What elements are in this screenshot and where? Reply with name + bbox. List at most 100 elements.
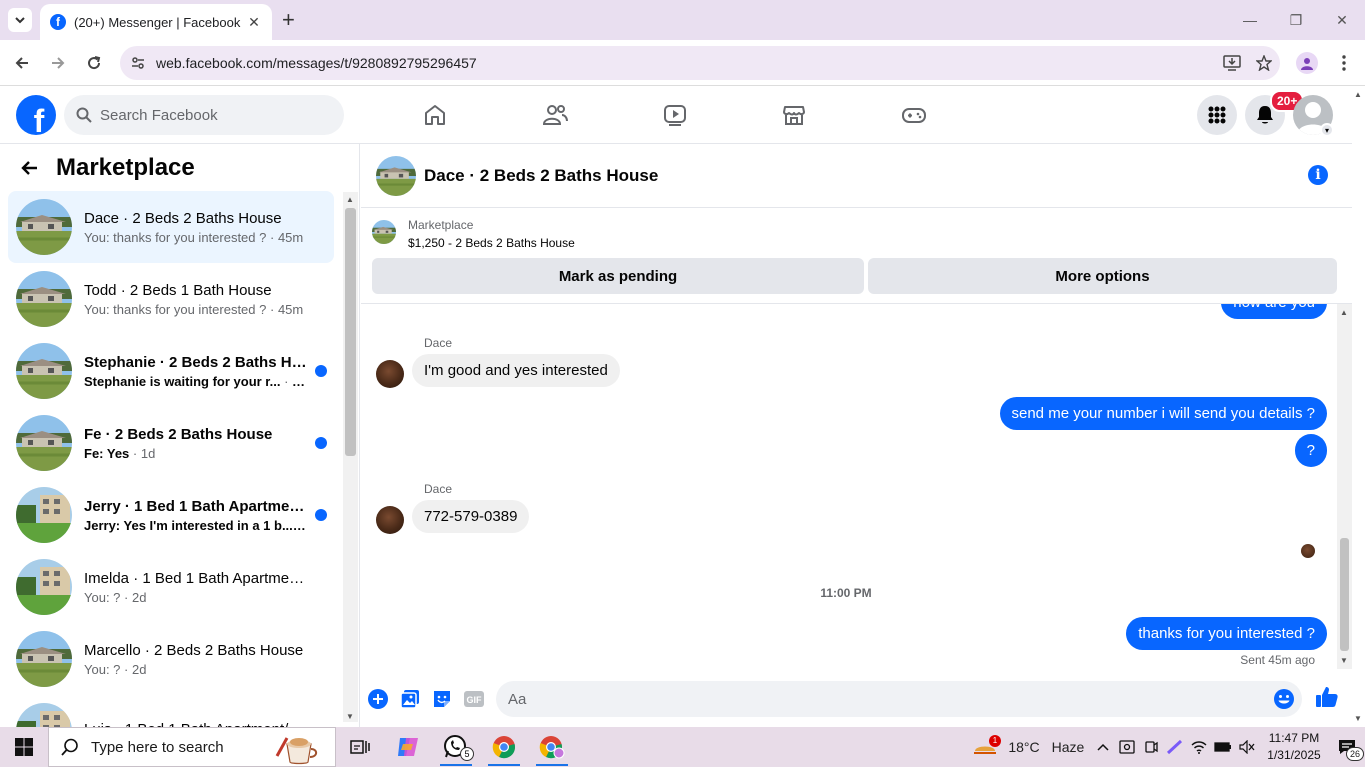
outgoing-message[interactable]: how are you [1221,304,1327,319]
listing-thumbnail[interactable] [372,220,396,244]
install-app-icon[interactable] [1216,55,1248,71]
restore-button[interactable]: ❐ [1273,0,1319,40]
snippet-time: 45m [277,301,304,317]
clock-time: 11:47 PM [1268,731,1320,745]
site-settings-icon[interactable] [120,55,156,71]
tab-close-icon[interactable]: ✕ [246,14,262,31]
conversation-item[interactable]: Stephanie · 2 Beds 2 Baths Ho... Stephani… [8,335,334,407]
browser-tab-messenger[interactable]: f (20+) Messenger | Facebook ✕ [40,4,272,40]
account-chevron-icon[interactable]: ▾ [1320,123,1334,137]
whatsapp-app[interactable]: 5 [432,727,480,767]
scroll-down-icon[interactable]: ▼ [346,712,354,721]
conversation-item[interactable]: Luis · 1 Bed 1 Bath Apartment/c... [8,695,334,727]
copilot-app[interactable] [384,727,432,767]
outgoing-message[interactable]: ? [1294,434,1327,467]
snippet-separator: · [266,301,278,317]
sender-avatar[interactable] [376,360,404,388]
start-button[interactable] [0,727,48,767]
show-hidden-icons-chevron-icon[interactable] [1091,727,1115,767]
outgoing-message[interactable]: thanks for you interested ? [1126,617,1327,650]
forward-button[interactable] [46,51,70,75]
scroll-up-icon[interactable]: ▲ [1354,90,1362,99]
battery-icon[interactable] [1211,727,1235,767]
message-input-container[interactable] [496,681,1302,717]
sticker-button[interactable] [426,683,458,715]
mark-as-pending-button[interactable]: Mark as pending [372,258,864,294]
conversation-item[interactable]: Jerry · 1 Bed 1 Bath Apartment... Jerry: … [8,479,334,551]
snippet-text: Stephanie is waiting for your r... [84,373,281,389]
send-like-button[interactable] [1315,685,1339,709]
scroll-up-icon[interactable]: ▲ [346,195,354,204]
nav-gaming[interactable] [858,86,970,144]
browser-profile-icon[interactable] [1296,52,1318,74]
volume-muted-icon[interactable] [1235,727,1259,767]
conversation-item[interactable]: Dace · 2 Beds 2 Baths House You: thanks f… [8,191,334,263]
scrollbar-thumb[interactable] [1340,538,1349,651]
emoji-button[interactable] [1272,687,1296,711]
minimize-button[interactable]: — [1227,0,1273,40]
new-tab-button[interactable]: + [282,8,295,32]
facebook-search-input[interactable] [100,106,300,124]
incoming-message[interactable]: 772-579-0389 [412,500,530,533]
menu-button[interactable] [1197,95,1237,135]
reload-button[interactable] [82,51,106,75]
scroll-up-icon[interactable]: ▲ [1340,308,1348,317]
back-button[interactable] [10,51,34,75]
listing-thumbnail [16,487,72,543]
scrollbar-thumb[interactable] [345,208,356,456]
more-actions-button[interactable] [362,683,394,715]
nav-home[interactable] [379,86,491,144]
facebook-search[interactable] [64,95,344,135]
screen-capture-icon[interactable] [1115,727,1139,767]
conversation-list-scrollbar[interactable]: ▲ ▼ [343,192,358,722]
conversation-snippet: You: ? · 2d [84,590,308,605]
system-clock[interactable]: 11:47 PM 1/31/2025 [1259,730,1329,764]
snippet-text: You: thanks for you interested ? [84,301,267,317]
back-arrow-icon[interactable] [20,160,44,176]
chat-title[interactable]: Dace · 2 Beds 2 Baths House [424,166,658,186]
weather-condition[interactable]: Haze [1045,727,1091,767]
attach-photo-button[interactable] [394,683,426,715]
scroll-down-icon[interactable]: ▼ [1340,656,1348,665]
conversation-item[interactable]: Marcello · 2 Beds 2 Baths House You: ? · … [8,623,334,695]
conversation-item[interactable]: Todd · 2 Beds 1 Bath House You: thanks fo… [8,263,334,335]
sender-avatar[interactable] [376,506,404,534]
gif-button[interactable]: GIF [458,683,490,715]
browser-menu-icon[interactable] [1334,52,1354,74]
chat-listing-thumbnail[interactable] [376,155,416,196]
conversation-name: Marcello · 2 Beds 2 Baths House [84,641,304,659]
conversation-item[interactable]: Imelda · 1 Bed 1 Bath Apartment... You: ?… [8,551,334,623]
chrome-app[interactable] [480,727,528,767]
task-view-button[interactable] [336,727,384,767]
scroll-down-icon[interactable]: ▼ [1354,714,1362,723]
nav-video[interactable] [619,86,731,144]
taskbar-search[interactable]: Type here to search [48,727,336,767]
more-options-button[interactable]: More options [868,258,1337,294]
temperature[interactable]: 18°C [1003,727,1045,767]
incoming-message[interactable]: I'm good and yes interested [412,354,620,387]
sender-name: Dace [424,482,453,496]
facebook-logo[interactable]: f [16,95,56,135]
outgoing-message[interactable]: send me your number i will send you deta… [999,397,1327,430]
conversation-item[interactable]: Fe · 2 Beds 2 Baths House Fe: Yes · 1d [8,407,334,479]
nav-friends[interactable] [499,86,611,144]
wifi-icon[interactable] [1187,727,1211,767]
weather-widget-icon[interactable]: 1 [969,727,1003,767]
window-close-button[interactable]: ✕ [1319,0,1365,40]
read-receipt-avatar [1301,544,1315,558]
chrome-profile-app[interactable] [528,727,576,767]
address-bar[interactable]: web.facebook.com/messages/t/928089279529… [120,46,1280,80]
bookmark-star-icon[interactable] [1248,55,1280,71]
tab-search-button[interactable] [8,8,32,32]
conversation-snippet: Stephanie is waiting for your r... · 14h [84,374,308,389]
page-scrollbar[interactable]: ▲ ▼ [1352,86,1365,727]
meet-now-icon[interactable] [1139,727,1163,767]
snippet-text: You: thanks for you interested ? [84,229,267,245]
info-icon[interactable]: i [1308,165,1328,185]
nav-marketplace[interactable] [738,86,850,144]
pen-ink-icon[interactable] [1163,727,1187,767]
message-input[interactable] [508,690,1248,708]
listing-price-title[interactable]: $1,250 - 2 Beds 2 Baths House [408,236,575,250]
notification-center-icon[interactable]: 26 [1329,727,1365,767]
message-thread-scrollbar[interactable]: ▲ ▼ [1337,304,1352,669]
